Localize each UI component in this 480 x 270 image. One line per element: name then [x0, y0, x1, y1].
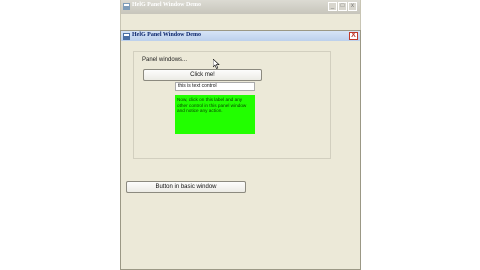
panel-label: Panel windows... [142, 57, 188, 63]
background-window-title: HelG Panel Window Demo [132, 2, 201, 8]
window-titlebar[interactable]: HelG Panel Window Demo X [121, 31, 360, 41]
click-me-button[interactable]: Click me! [143, 69, 262, 81]
green-note-label[interactable]: Now, click on this label and any other c… [175, 95, 255, 134]
close-button[interactable]: X [349, 32, 358, 40]
mouse-cursor-icon [213, 59, 220, 69]
minimize-icon[interactable]: _ [328, 2, 337, 11]
background-titlebar[interactable]: HelG Panel Window Demo _ □ x [121, 0, 360, 14]
text-control-field[interactable]: this is text control [175, 82, 255, 91]
close-icon[interactable]: x [348, 2, 357, 11]
app-icon [123, 3, 130, 10]
app-icon [123, 33, 130, 40]
window-title: HelG Panel Window Demo [132, 32, 201, 38]
panel-window: HelG Panel Window Demo X Panel windows..… [120, 30, 361, 270]
maximize-icon[interactable]: □ [338, 2, 347, 11]
basic-window-button[interactable]: Button in basic window [126, 181, 246, 193]
